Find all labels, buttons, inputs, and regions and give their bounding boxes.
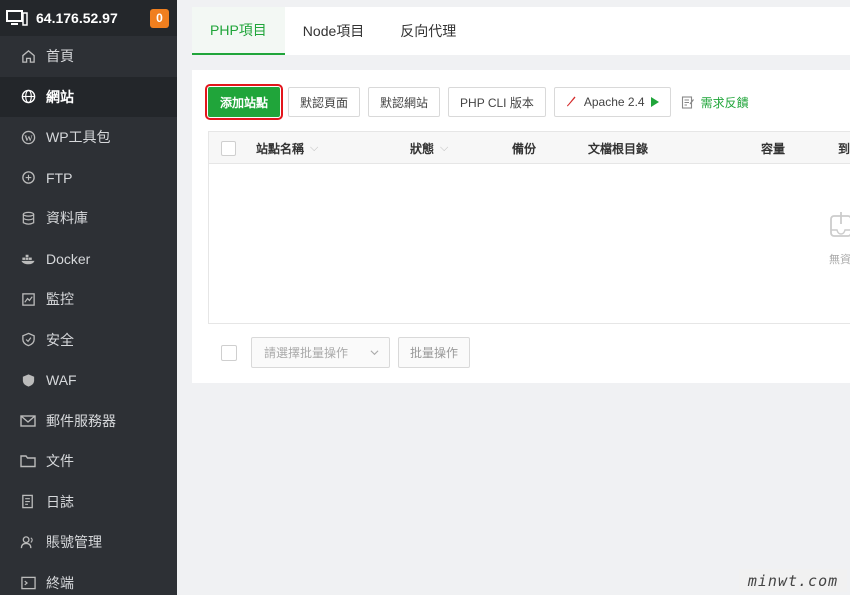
sidebar-item-files[interactable]: 文件 [0, 441, 177, 482]
sidebar-item-monitor[interactable]: 監控 [0, 279, 177, 320]
batch-actions: 請選擇批量操作 批量操作 [221, 337, 478, 368]
svg-text:W: W [24, 133, 33, 143]
batch-operation-button[interactable]: 批量操作 [398, 337, 471, 368]
empty-box-icon [830, 212, 850, 237]
feedback-link[interactable]: 需求反饋 [681, 94, 749, 111]
sidebar-item-waf[interactable]: WAF [0, 360, 177, 401]
site-table: 站點名稱 ⌵ 狀態 ⌵ 備份 文檔根目錄 容量 到 無資 [208, 131, 850, 324]
sidebar-item-label: 賬號管理 [46, 534, 102, 551]
sidebar-item-label: 監控 [46, 291, 74, 308]
sidebar-item-label: WP工具包 [46, 129, 111, 146]
tab-node-project[interactable]: Node項目 [285, 7, 382, 55]
sidebar-item-security[interactable]: 安全 [0, 320, 177, 361]
column-root-dir: 文檔根目錄 [588, 141, 649, 156]
project-tabs: PHP項目 Node項目 反向代理 [192, 7, 850, 55]
server-ip: 64.176.52.97 [36, 10, 118, 26]
sidebar-item-label: 日誌 [46, 493, 74, 510]
ftp-icon [20, 170, 36, 186]
sidebar-item-database[interactable]: 資料庫 [0, 198, 177, 239]
globe-icon [20, 89, 36, 105]
sidebar-item-websites[interactable]: 網站 [0, 76, 177, 117]
sidebar-item-label: 安全 [46, 331, 74, 348]
column-site-name[interactable]: 站點名稱 ⌵ [256, 132, 318, 164]
default-page-button[interactable]: 默認頁面 [288, 87, 361, 117]
column-backup: 備份 [512, 141, 537, 156]
column-label: 站點名稱 [256, 141, 305, 156]
folder-icon [20, 453, 36, 469]
waf-shield-icon [20, 372, 36, 388]
site-toolbar: 添加站點 默認頁面 默認網站 PHP CLI 版本 Apache 2.4 需求反… [204, 84, 749, 120]
brush-icon [566, 96, 576, 107]
sort-icon: ⌵ [440, 141, 449, 154]
sidebar-item-label: 網站 [46, 88, 74, 105]
add-site-button[interactable]: 添加站點 [204, 84, 284, 120]
apache-version-label: Apache 2.4 [583, 95, 645, 109]
docker-icon [20, 251, 36, 267]
sidebar-item-accounts[interactable]: 賬號管理 [0, 522, 177, 563]
sidebar-item-terminal[interactable]: 終端 [0, 563, 177, 595]
home-icon [20, 48, 36, 64]
wordpress-icon: W [20, 129, 36, 145]
monitor-icon [6, 10, 28, 26]
column-label: 狀態 [410, 141, 435, 156]
sidebar-item-label: FTP [46, 169, 73, 186]
apache-version-button[interactable]: Apache 2.4 [553, 87, 671, 117]
user-icon [20, 534, 36, 550]
feedback-icon [681, 96, 694, 109]
default-site-button[interactable]: 默認網站 [368, 87, 441, 117]
column-expire: 到 [838, 141, 850, 156]
play-icon [650, 97, 659, 107]
sidebar-item-mail[interactable]: 郵件服務器 [0, 401, 177, 442]
select-all-checkbox[interactable] [221, 140, 236, 156]
empty-text: 無資 [829, 254, 850, 266]
sidebar-item-label: 首頁 [46, 48, 74, 65]
sidebar-item-docker[interactable]: Docker [0, 239, 177, 280]
php-cli-version-button[interactable]: PHP CLI 版本 [448, 87, 546, 117]
sidebar-item-label: 文件 [46, 453, 74, 470]
sidebar-item-label: Docker [46, 250, 91, 267]
server-header[interactable]: 64.176.52.97 0 [0, 0, 177, 36]
shield-icon [20, 332, 36, 348]
database-icon [20, 210, 36, 226]
notification-badge[interactable]: 0 [150, 8, 169, 28]
column-capacity: 容量 [761, 141, 786, 156]
tab-php-project[interactable]: PHP項目 [192, 7, 285, 55]
sidebar-item-label: 郵件服務器 [46, 412, 116, 429]
select-all-cell[interactable] [221, 132, 236, 164]
terminal-icon [20, 575, 36, 591]
sidebar-item-ftp[interactable]: FTP [0, 158, 177, 199]
sidebar-item-home[interactable]: 首頁 [0, 36, 177, 77]
log-icon [20, 494, 36, 510]
sidebar-item-logs[interactable]: 日誌 [0, 482, 177, 523]
tab-reverse-proxy[interactable]: 反向代理 [382, 7, 474, 55]
monitor-icon [20, 291, 36, 307]
site-panel: 添加站點 默認頁面 默認網站 PHP CLI 版本 Apache 2.4 需求反… [192, 70, 850, 383]
chevron-down-icon [370, 350, 379, 356]
sidebar-item-label: 資料庫 [46, 210, 88, 227]
empty-state: 無資 [829, 210, 850, 267]
batch-operation-select[interactable]: 請選擇批量操作 [251, 337, 390, 368]
batch-select-placeholder: 請選擇批量操作 [264, 346, 349, 360]
feedback-label: 需求反饋 [700, 95, 749, 110]
sidebar-item-wp-toolkit[interactable]: W WP工具包 [0, 117, 177, 158]
watermark: minwt.com [739, 569, 847, 592]
sidebar-item-label: WAF [46, 372, 77, 389]
sidebar-item-label: 終端 [46, 574, 74, 591]
sort-icon: ⌵ [310, 141, 319, 154]
column-status[interactable]: 狀態 ⌵ [410, 132, 448, 164]
table-header: 站點名稱 ⌵ 狀態 ⌵ 備份 文檔根目錄 容量 到 [209, 132, 850, 164]
sidebar: 64.176.52.97 0 首頁 網站 W WP工具包 FTP 資料庫 Doc… [0, 0, 177, 595]
mail-icon [20, 413, 36, 429]
batch-select-checkbox[interactable] [221, 344, 237, 361]
